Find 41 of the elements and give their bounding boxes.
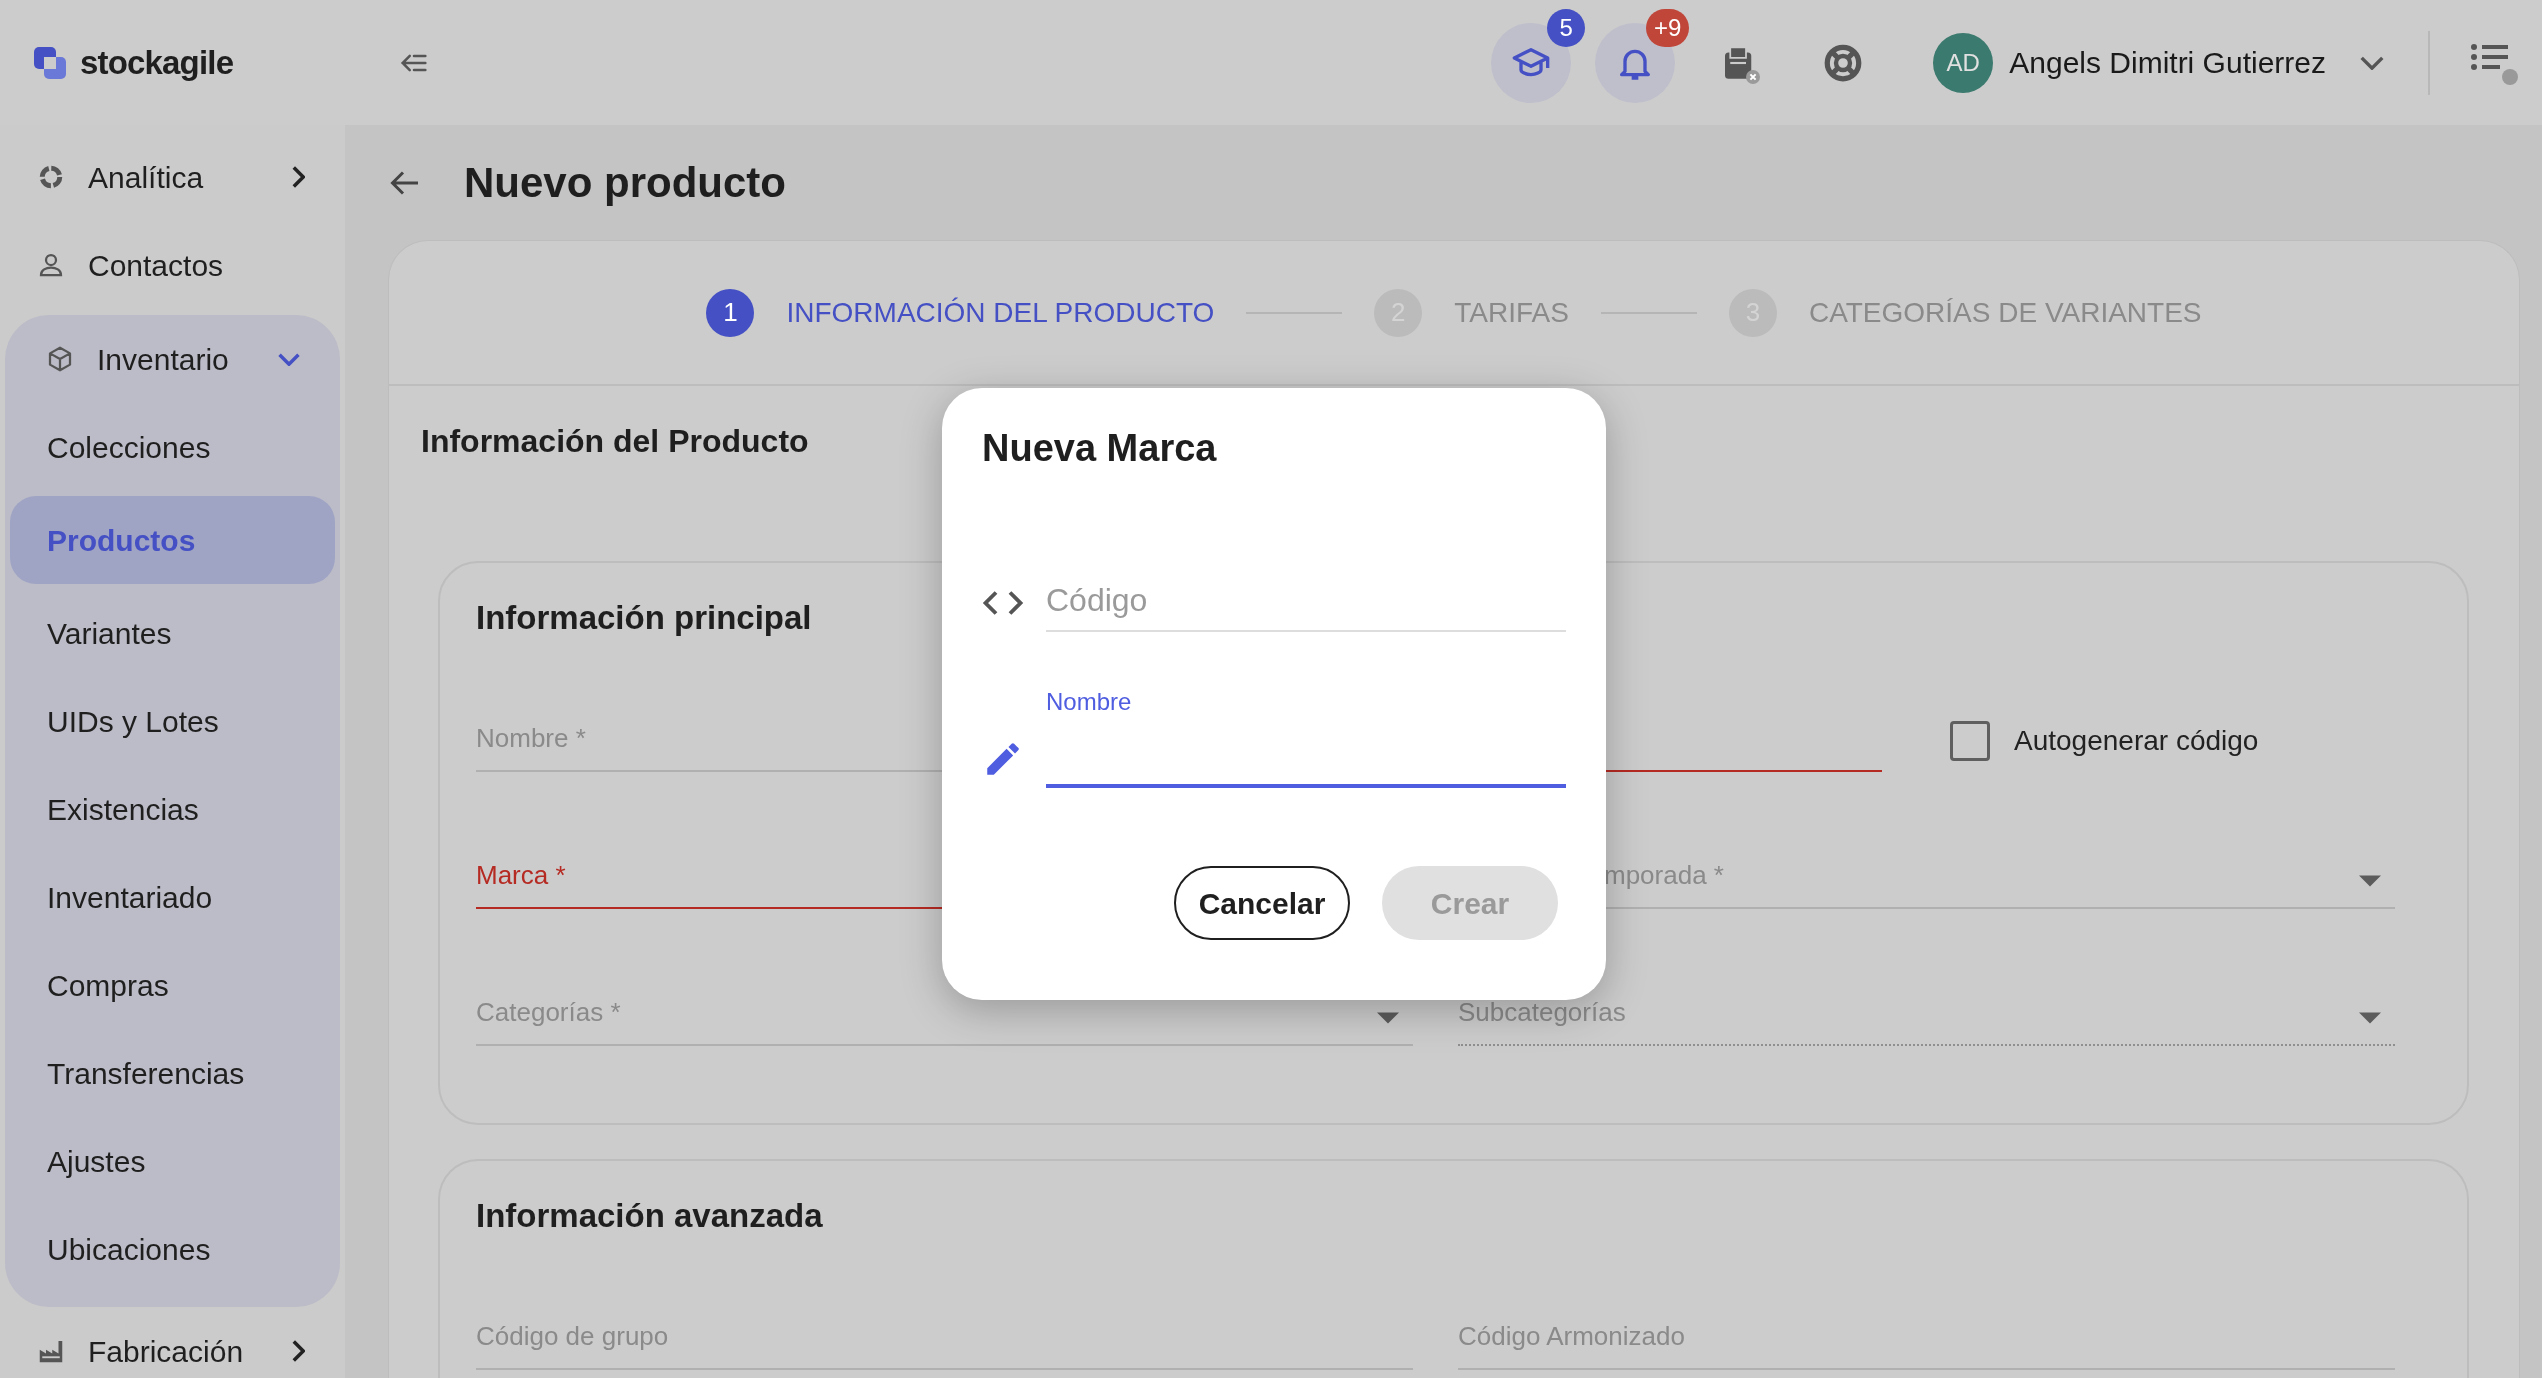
brand-name: stockagile (80, 42, 234, 83)
sidebar-subitem[interactable]: Colecciones (10, 403, 335, 491)
step-label: INFORMACIÓN DEL PRODUCTO (786, 295, 1215, 330)
sidebar-subitem[interactable]: Ubicaciones (10, 1205, 335, 1293)
page-title: Nuevo producto (464, 158, 786, 208)
field-label: Nombre (1046, 687, 1133, 717)
sidebar-item-label: Inventario (97, 341, 230, 378)
sidebar-item-label: Fabricación (88, 1333, 245, 1370)
sidebar-item[interactable]: Analítica (0, 133, 345, 221)
sidebar-subitem[interactable]: Compras (10, 941, 335, 1029)
card-title: Información avanzada (476, 1196, 823, 1237)
checkbox[interactable]: Autogenerar código (1950, 710, 2259, 772)
sidebar-subitem[interactable]: Inventariado (10, 853, 335, 941)
dropdown-arrow-icon (1377, 1012, 1399, 1024)
step-label: TARIFAS (1454, 295, 1569, 330)
step[interactable]: 1 INFORMACIÓN DEL PRODUCTO (706, 288, 1215, 337)
chevron-down-icon (2360, 55, 2384, 70)
sidebar-item[interactable]: Fabricación (0, 1307, 345, 1378)
count-badge: +9 (1645, 8, 1690, 47)
card-title: Información principal (476, 598, 812, 639)
cancel-button[interactable]: Cancelar (1174, 866, 1350, 940)
count-badge: 5 (1547, 8, 1586, 47)
sidebar-subitem[interactable]: Variantes (10, 589, 335, 677)
user-name: Angels Dimitri Gutierrez (2009, 45, 2326, 81)
step-number: 1 (706, 288, 755, 337)
user-menu-button[interactable]: AD Angels Dimitri Gutierrez (1933, 32, 2384, 93)
dialog-title: Nueva Marca (982, 425, 1218, 471)
sidebar-item-label: Analítica (88, 159, 205, 196)
sidebar-item[interactable]: Contactos (0, 221, 345, 309)
sidebar-subitem[interactable]: Existencias (10, 765, 335, 853)
sidebar-subitem[interactable]: Ajustes (10, 1117, 335, 1205)
user-avatar: AD (1933, 32, 1994, 93)
step-label: CATEGORÍAS DE VARIANTES (1808, 295, 2202, 330)
sidebar-item-label: Contactos (88, 247, 225, 284)
logo-icon (32, 44, 68, 81)
dropdown-arrow-icon (2359, 875, 2381, 887)
sidebar-subitem[interactable]: UIDs y Lotes (10, 677, 335, 765)
sidebar-subitem[interactable]: Transferencias (10, 1029, 335, 1117)
section-title: Información del Producto (421, 422, 809, 461)
sidebar-item[interactable]: Inventario (5, 315, 340, 403)
dropdown-arrow-icon (2359, 1012, 2381, 1024)
